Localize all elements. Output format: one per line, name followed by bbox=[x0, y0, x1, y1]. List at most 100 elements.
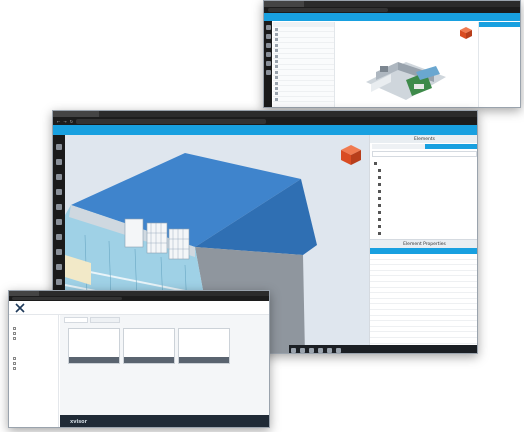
taskbar-icon[interactable] bbox=[336, 347, 341, 353]
back-icon[interactable]: ← bbox=[57, 119, 60, 124]
card-actions bbox=[124, 357, 174, 363]
card-title bbox=[124, 329, 174, 331]
taskbar-icon[interactable] bbox=[318, 347, 323, 353]
item-icon bbox=[275, 60, 278, 64]
project-card[interactable] bbox=[68, 328, 120, 364]
app-header bbox=[9, 301, 269, 315]
card-action-button[interactable] bbox=[94, 357, 119, 363]
tab[interactable] bbox=[90, 316, 120, 323]
tree-item[interactable] bbox=[374, 195, 475, 202]
item-icon bbox=[275, 33, 278, 37]
element-list bbox=[273, 27, 334, 103]
properties-list bbox=[370, 254, 477, 353]
right-panel-header bbox=[479, 22, 520, 27]
collage-stage: ← → ↻ Elements Element Properties xvisor bbox=[0, 0, 524, 432]
browser-tab[interactable] bbox=[53, 111, 99, 117]
panel-tab-active[interactable] bbox=[424, 144, 477, 149]
content-tabs bbox=[60, 315, 269, 324]
properties-panel-title: Element Properties bbox=[370, 240, 477, 248]
footer-brand: xvisor bbox=[70, 419, 88, 425]
tree-toggle-icon[interactable] bbox=[378, 197, 381, 200]
card-action-button[interactable] bbox=[204, 357, 229, 363]
item-icon bbox=[275, 65, 278, 69]
url-input[interactable] bbox=[76, 118, 267, 124]
tree-item[interactable] bbox=[374, 167, 475, 174]
tree-item[interactable] bbox=[374, 181, 475, 188]
checkbox[interactable] bbox=[13, 327, 16, 330]
3d-viewport[interactable] bbox=[336, 22, 476, 107]
address-bar: ← → ↻ bbox=[53, 117, 477, 125]
card-action-button[interactable] bbox=[124, 357, 149, 363]
sidebar bbox=[9, 315, 59, 427]
taskbar-icon[interactable] bbox=[309, 347, 314, 353]
tree-toggle-icon[interactable] bbox=[378, 232, 381, 235]
card-actions bbox=[179, 357, 229, 363]
tree-toggle-icon[interactable] bbox=[378, 225, 381, 228]
tree-item[interactable] bbox=[374, 202, 475, 209]
item-icon bbox=[275, 70, 278, 74]
content-area bbox=[60, 315, 269, 415]
view-cube[interactable] bbox=[460, 24, 472, 39]
tree-toggle-icon[interactable] bbox=[378, 169, 381, 172]
tree-toggle-icon[interactable] bbox=[378, 204, 381, 207]
tree-toggle-icon[interactable] bbox=[378, 176, 381, 179]
project-card[interactable] bbox=[178, 328, 230, 364]
elements-panel-title: Elements bbox=[370, 135, 477, 143]
tree-toggle-icon[interactable] bbox=[378, 218, 381, 221]
checkbox[interactable] bbox=[13, 337, 16, 340]
card-action-button[interactable] bbox=[149, 357, 174, 363]
card-actions bbox=[69, 357, 119, 363]
tree-item[interactable] bbox=[374, 223, 475, 230]
tree-toggle-icon[interactable] bbox=[374, 162, 377, 165]
elements-panel: Elements bbox=[369, 135, 477, 270]
tree-toggle-icon[interactable] bbox=[378, 183, 381, 186]
url-input[interactable] bbox=[12, 297, 122, 300]
tree-item[interactable] bbox=[374, 174, 475, 181]
tree-item[interactable] bbox=[374, 160, 475, 167]
sidebar-item[interactable] bbox=[13, 336, 54, 341]
item-icon bbox=[275, 76, 278, 80]
nav-icon[interactable] bbox=[265, 70, 271, 75]
checkbox[interactable] bbox=[13, 332, 16, 335]
item-icon bbox=[275, 97, 278, 101]
browser-tab[interactable] bbox=[264, 1, 304, 7]
item-icon bbox=[275, 81, 278, 85]
taskbar-icon[interactable] bbox=[300, 347, 305, 353]
browser-tab[interactable] bbox=[9, 291, 39, 296]
properties-panel: Element Properties bbox=[369, 239, 477, 353]
checkbox[interactable] bbox=[13, 357, 16, 360]
taskbar-icon[interactable] bbox=[327, 347, 332, 353]
taskbar-icon[interactable] bbox=[291, 347, 296, 353]
item-icon bbox=[275, 54, 278, 58]
app-header bbox=[53, 125, 477, 135]
panel-tab[interactable] bbox=[372, 144, 425, 149]
item-icon bbox=[275, 38, 278, 42]
checkbox[interactable] bbox=[13, 367, 16, 370]
elements-search-input[interactable] bbox=[372, 151, 477, 157]
tree-toggle-icon[interactable] bbox=[378, 190, 381, 193]
footer-bar: xvisor bbox=[60, 415, 269, 427]
tree-item[interactable] bbox=[374, 188, 475, 195]
project-card[interactable] bbox=[123, 328, 175, 364]
reload-icon[interactable]: ↻ bbox=[70, 119, 73, 124]
browser-window-back bbox=[263, 0, 521, 108]
card-title bbox=[69, 329, 119, 331]
app-logo-icon bbox=[15, 302, 25, 313]
list-item[interactable] bbox=[273, 97, 334, 103]
tree-item[interactable] bbox=[374, 230, 475, 237]
tab-active[interactable] bbox=[64, 316, 88, 323]
sidebar-item[interactable] bbox=[13, 366, 54, 371]
url-input[interactable] bbox=[268, 8, 388, 12]
tree-item[interactable] bbox=[374, 216, 475, 223]
card-action-button[interactable] bbox=[179, 357, 204, 363]
app-header bbox=[264, 13, 520, 21]
view-cube[interactable] bbox=[341, 145, 361, 165]
tree-item[interactable] bbox=[374, 209, 475, 216]
item-icon bbox=[275, 27, 278, 31]
item-icon bbox=[275, 43, 278, 47]
forward-icon[interactable]: → bbox=[63, 119, 66, 124]
tree-toggle-icon[interactable] bbox=[378, 211, 381, 214]
checkbox[interactable] bbox=[13, 362, 16, 365]
card-action-button[interactable] bbox=[69, 357, 94, 363]
building-model bbox=[366, 62, 446, 100]
